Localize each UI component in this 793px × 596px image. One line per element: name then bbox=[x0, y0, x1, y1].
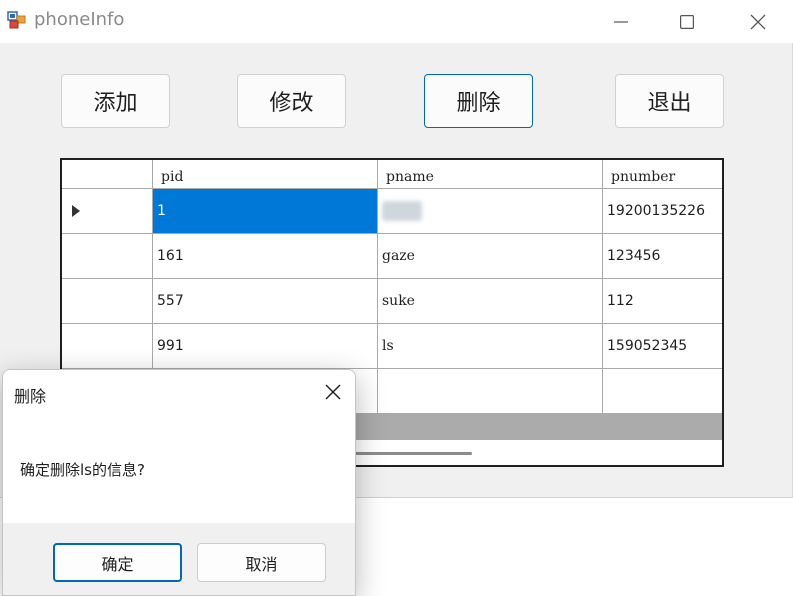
dialog-content-area: 删除 确定删除ls的信息? bbox=[3, 370, 355, 523]
table-cell-pname[interactable]: gaze bbox=[378, 234, 603, 279]
row-header[interactable] bbox=[62, 279, 153, 324]
dialog-title: 删除 bbox=[14, 387, 47, 406]
grid-corner-header bbox=[62, 160, 153, 189]
table-cell-pnumber[interactable]: 123456 bbox=[603, 234, 722, 279]
row-header[interactable] bbox=[62, 234, 153, 279]
table-cell-pid[interactable]: 991 bbox=[153, 324, 378, 369]
column-header-pname[interactable]: pname bbox=[378, 160, 603, 189]
table-cell-pnumber[interactable]: 112 bbox=[603, 279, 722, 324]
add-button[interactable]: 添加 bbox=[61, 74, 170, 128]
table-cell-pid[interactable]: 161 bbox=[153, 234, 378, 279]
title-bar: phoneInfo bbox=[0, 0, 793, 43]
new-row-cell[interactable] bbox=[603, 369, 722, 414]
dialog-close-button[interactable] bbox=[313, 376, 353, 408]
delete-button[interactable]: 删除 bbox=[424, 74, 533, 128]
column-header-pnumber[interactable]: pnumber bbox=[603, 160, 722, 189]
column-header-pid[interactable]: pid bbox=[153, 160, 378, 189]
table-cell-pid[interactable]: 1 bbox=[153, 189, 378, 234]
edit-button[interactable]: 修改 bbox=[237, 74, 346, 128]
table-cell-pname[interactable]: suke bbox=[378, 279, 603, 324]
close-icon bbox=[750, 14, 766, 29]
row-header[interactable] bbox=[62, 189, 153, 234]
table-cell-pid[interactable]: 557 bbox=[153, 279, 378, 324]
cancel-button[interactable]: 取消 bbox=[197, 543, 326, 582]
minimize-icon bbox=[614, 20, 628, 23]
row-pointer-icon bbox=[72, 205, 80, 217]
close-button[interactable] bbox=[723, 0, 793, 43]
app-icon bbox=[7, 10, 27, 30]
minimize-button[interactable] bbox=[586, 0, 656, 43]
table-cell-pnumber[interactable]: 159052345 bbox=[603, 324, 722, 369]
ok-button[interactable]: 确定 bbox=[53, 543, 182, 582]
dialog-message: 确定删除ls的信息? bbox=[20, 461, 145, 479]
table-cell-pname[interactable] bbox=[378, 189, 603, 234]
maximize-button[interactable] bbox=[652, 0, 722, 43]
delete-confirm-dialog: 删除 确定删除ls的信息? 确定 取消 bbox=[2, 369, 356, 596]
table-cell-pname[interactable]: ls bbox=[378, 324, 603, 369]
dialog-close-icon bbox=[325, 384, 341, 400]
maximize-icon bbox=[680, 14, 694, 29]
table-cell-pnumber[interactable]: 19200135226 bbox=[603, 189, 722, 234]
new-row-cell[interactable] bbox=[378, 369, 603, 414]
exit-button[interactable]: 退出 bbox=[615, 74, 724, 128]
row-header[interactable] bbox=[62, 324, 153, 369]
redacted-name bbox=[382, 201, 422, 221]
window-title: phoneInfo bbox=[34, 9, 125, 30]
